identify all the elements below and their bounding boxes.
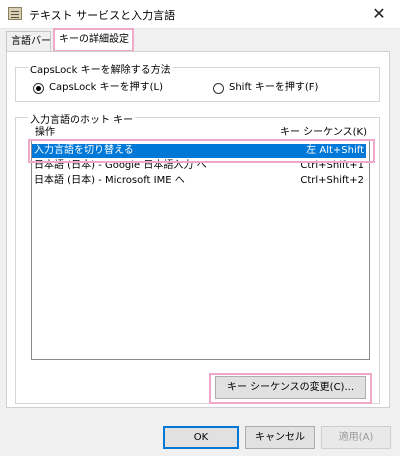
window-title: テキスト サービスと入力言語	[29, 9, 176, 22]
hotkey-list-header: 操作 キー シーケンス(K)	[31, 126, 367, 139]
hotkey-action: 日本語 (日本) - Microsoft IME へ	[34, 175, 185, 186]
column-header-key-sequence[interactable]: キー シーケンス(K)	[280, 126, 367, 139]
hotkey-row-google-ime[interactable]: 日本語 (日本) - Google 日本語入力 へ Ctrl+Shift+1	[32, 159, 366, 173]
radio-button-checked[interactable]	[33, 82, 44, 94]
capslock-option-capslock[interactable]: CapsLock キーを押す(L)	[33, 81, 163, 95]
tab-advanced-key-settings[interactable]: キーの詳細設定	[53, 28, 134, 52]
hotkey-action: 入力言語を切り替える	[34, 145, 134, 156]
hotkey-row-microsoft-ime[interactable]: 日本語 (日本) - Microsoft IME へ Ctrl+Shift+2	[32, 174, 366, 188]
title-bar: テキスト サービスと入力言語 ✕	[0, 0, 400, 29]
change-key-sequence-button[interactable]: キー シーケンスの変更(C)...	[215, 376, 366, 399]
cancel-button[interactable]: キャンセル	[245, 426, 315, 449]
shift-option-label: Shift キーを押す(F)	[229, 82, 319, 93]
hotkey-group-legend: 入力言語のホット キー	[28, 111, 136, 126]
tab-language-bar[interactable]: 言語バー	[6, 31, 51, 51]
ok-button[interactable]: OK	[163, 426, 239, 449]
apply-button[interactable]: 適用(A)	[321, 426, 391, 449]
capslock-option-shift[interactable]: Shift キーを押す(F)	[213, 81, 318, 95]
hotkey-keys: 左 Alt+Shift	[306, 145, 364, 156]
capslock-option-label: CapsLock キーを押す(L)	[49, 82, 164, 93]
close-icon[interactable]: ✕	[368, 3, 390, 25]
column-header-action[interactable]: 操作	[35, 126, 55, 139]
hotkey-list[interactable]	[31, 140, 370, 360]
hotkey-action: 日本語 (日本) - Google 日本語入力 へ	[34, 160, 207, 171]
hotkey-keys: Ctrl+Shift+2	[300, 175, 364, 186]
hotkey-row-switch-language[interactable]: 入力言語を切り替える 左 Alt+Shift	[32, 144, 366, 158]
hotkey-keys: Ctrl+Shift+1	[300, 160, 364, 171]
keyboard-settings-icon	[8, 7, 22, 20]
capslock-group-legend: CapsLock キーを解除する方法	[28, 61, 173, 76]
radio-button-unchecked[interactable]	[213, 82, 224, 94]
